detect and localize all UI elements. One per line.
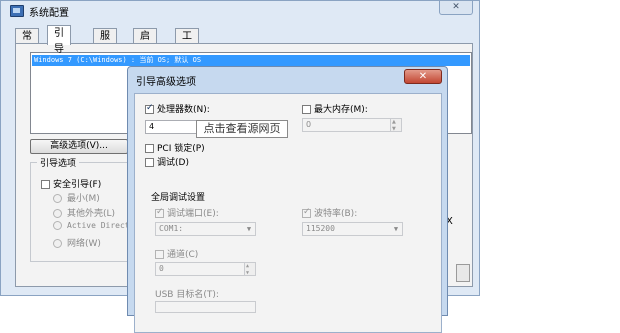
checkbox-icon xyxy=(302,105,311,114)
radio-icon xyxy=(53,194,62,203)
checkbox-icon xyxy=(155,250,164,259)
title-bar[interactable]: 系统配置 ✕ xyxy=(1,1,479,21)
baud-rate-select[interactable]: 115200 ▼ xyxy=(302,222,403,236)
max-memory-input[interactable]: 0 xyxy=(302,116,402,135)
radio-alternate-shell[interactable]: 其他外壳(L) xyxy=(53,206,115,219)
num-processors-checkbox[interactable]: 处理器数(N): xyxy=(145,102,210,115)
channel-checkbox[interactable]: 通道(C) xyxy=(155,247,198,260)
global-debug-settings-label: 全局调试设置 xyxy=(151,193,206,203)
usb-target-input[interactable] xyxy=(155,301,256,313)
checkbox-icon xyxy=(41,180,50,189)
tooltip: 点击查看源网页 xyxy=(196,120,288,138)
spinner-icon[interactable] xyxy=(390,116,401,135)
safe-boot-checkbox[interactable]: 安全引导(F) xyxy=(41,177,101,190)
chevron-down-icon[interactable]: ▼ xyxy=(243,223,255,235)
tab-startup[interactable]: 启动 xyxy=(133,28,157,58)
partial-field[interactable] xyxy=(456,264,470,282)
baud-rate-checkbox[interactable]: 波特率(B): xyxy=(302,206,357,219)
radio-icon xyxy=(53,209,62,218)
checkbox-icon xyxy=(145,158,154,167)
window-title: 系统配置 xyxy=(29,8,69,19)
checkbox-checked-icon xyxy=(145,103,154,114)
boot-options-label: 引导选项 xyxy=(37,156,80,169)
debug-port-checkbox[interactable]: 调试端口(E): xyxy=(155,206,219,219)
debug-checkbox[interactable]: 调试(D) xyxy=(145,155,189,168)
radio-icon xyxy=(53,221,62,230)
close-button[interactable]: ✕ xyxy=(439,1,473,15)
advanced-boot-options-dialog: 引导高级选项 ✕ 处理器数(N): 4 最大内存(M): 0 PCI 锁定(P)… xyxy=(127,66,448,333)
tab-boot[interactable]: 引导 xyxy=(47,25,71,55)
radio-icon xyxy=(53,239,62,248)
dialog-close-button[interactable]: ✕ xyxy=(404,69,442,84)
chevron-down-icon[interactable]: ▼ xyxy=(390,223,402,235)
pci-lock-checkbox[interactable]: PCI 锁定(P) xyxy=(145,141,205,154)
tab-services[interactable]: 服务 xyxy=(93,28,117,58)
spinner-icon[interactable] xyxy=(244,260,255,279)
tab-general[interactable]: 常规 xyxy=(15,28,39,58)
dialog-body: 处理器数(N): 4 最大内存(M): 0 PCI 锁定(P) 调试(D) 全局… xyxy=(134,93,442,333)
radio-active-directory[interactable]: Active Direct xyxy=(53,221,130,230)
os-list-item[interactable]: Windows 7 (C:\Windows) : 当前 OS; 默认 OS xyxy=(32,55,470,66)
max-memory-checkbox[interactable]: 最大内存(M): xyxy=(302,102,368,115)
checkbox-icon xyxy=(145,144,154,153)
checkbox-checked-icon xyxy=(302,207,311,218)
radio-minimal[interactable]: 最小(M) xyxy=(53,191,100,204)
debug-port-select[interactable]: COM1: ▼ xyxy=(155,222,256,236)
usb-target-label: USB 目标名(T): xyxy=(155,290,219,300)
channel-input[interactable]: 0 xyxy=(155,260,256,279)
checkbox-checked-icon xyxy=(155,207,164,218)
advanced-options-button[interactable]: 高级选项(V)... xyxy=(30,139,128,154)
radio-network[interactable]: 网络(W) xyxy=(53,236,101,249)
system-config-icon xyxy=(10,5,24,17)
tab-tools[interactable]: 工具 xyxy=(175,28,199,58)
dialog-title: 引导高级选项 xyxy=(136,77,196,88)
